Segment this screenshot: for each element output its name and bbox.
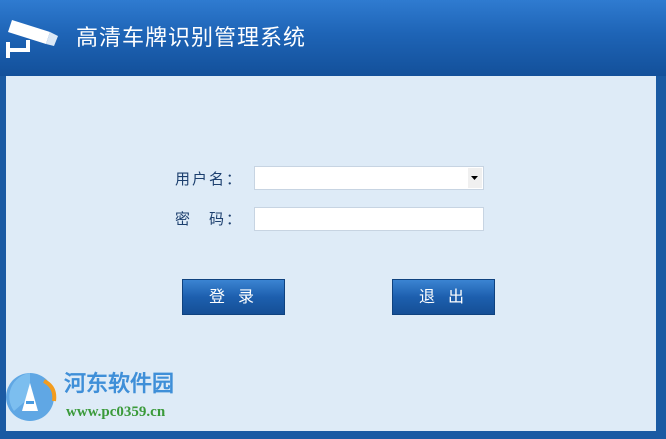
password-field[interactable] [254,207,484,231]
dropdown-arrow-icon[interactable] [468,168,482,188]
username-label: 用户名： [175,170,244,188]
camera-icon [6,14,62,60]
exit-button[interactable]: 退 出 [392,279,495,315]
login-button[interactable]: 登 录 [182,279,285,315]
login-window: 高清车牌识别管理系统 用户名： 密 码： 登 录 退 出 河东软件园 www.p… [0,0,666,439]
watermark-site-name: 河东软件园 [64,371,175,397]
title-bar: 高清车牌识别管理系统 [0,0,666,76]
window-title: 高清车牌识别管理系统 [76,26,307,51]
site-watermark: 河东软件园 www.pc0359.cn [4,365,214,431]
pc0359-logo-icon [4,367,62,425]
username-combobox[interactable] [254,166,484,190]
password-label: 密 码： [175,210,244,228]
watermark-url: www.pc0359.cn [66,404,166,420]
